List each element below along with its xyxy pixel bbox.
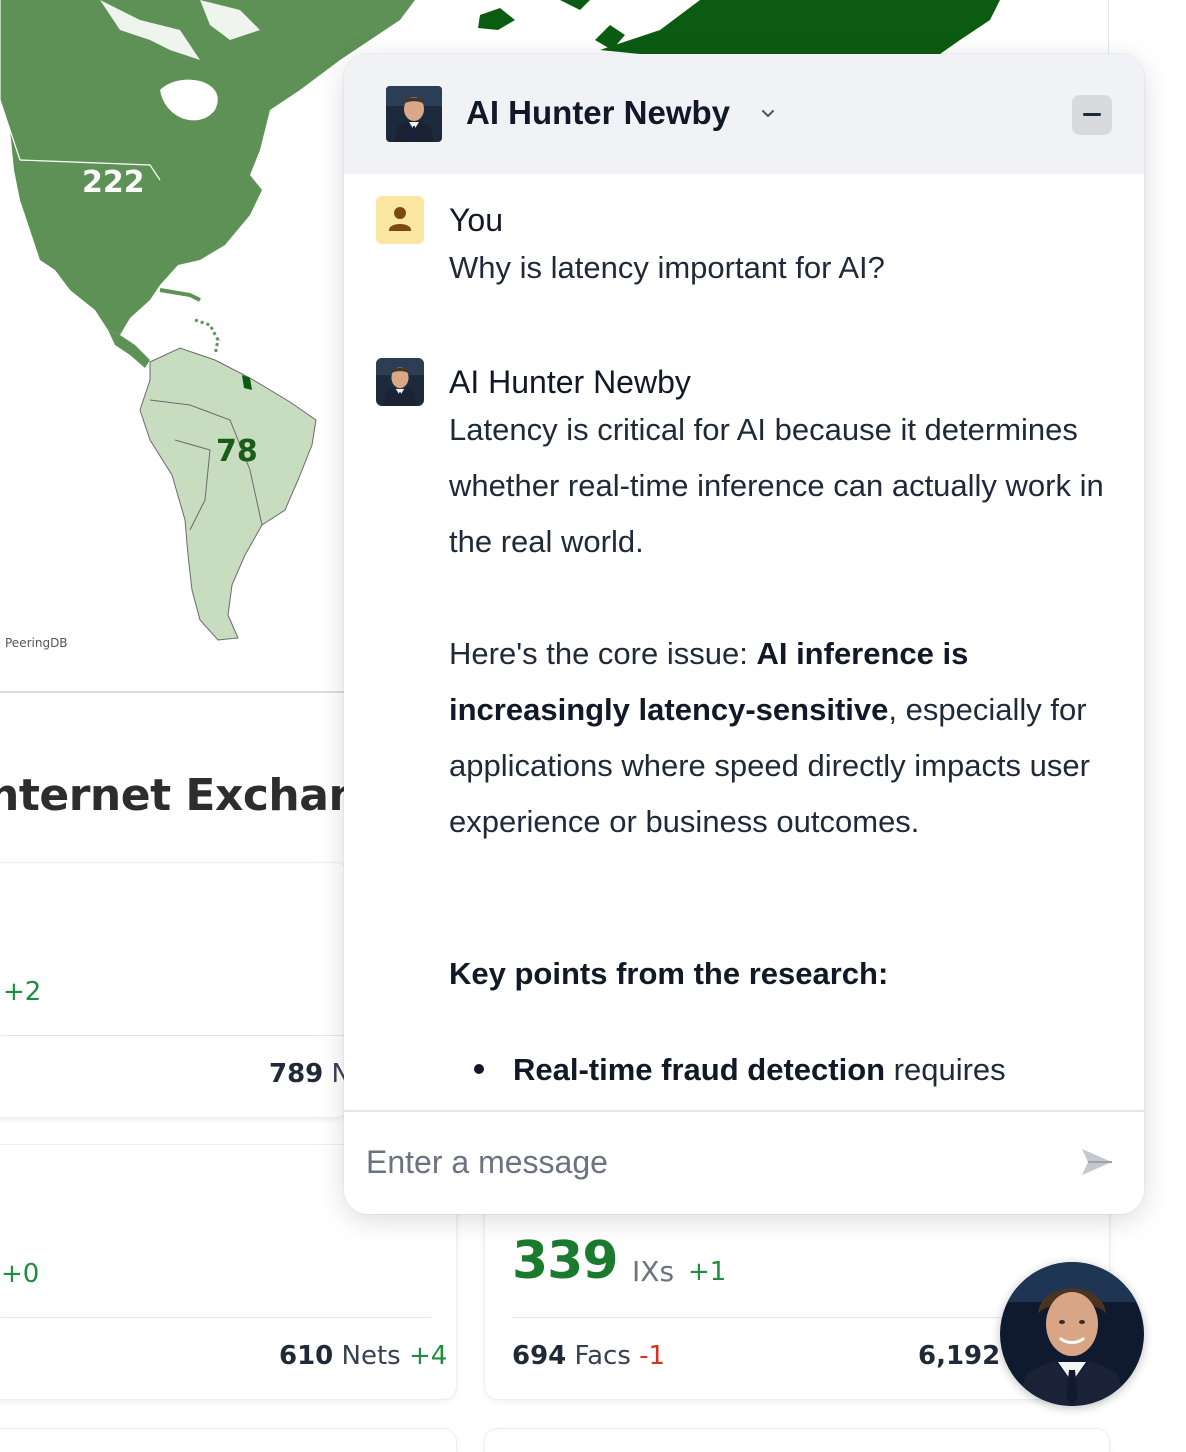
north-america-count: 222 [82, 165, 145, 200]
ix-count: 339 [512, 1231, 619, 1291]
card-divider [511, 1317, 1085, 1318]
eurasia-region [600, 0, 1000, 54]
message-text: Why is latency important for AI? [449, 250, 885, 285]
message-paragraph: Here's the core issue: AI inference is i… [449, 636, 1090, 839]
card-divider [1, 1035, 349, 1036]
nets-stat: 789 N [269, 1059, 350, 1089]
section-title: nternet Exchang [0, 770, 391, 821]
card-divider [1, 1317, 431, 1318]
message-sender: You [449, 202, 503, 238]
ix-delta: +0 [1, 1259, 40, 1289]
south-america-region [139, 347, 317, 641]
message-heading: Key points from the research: [449, 956, 889, 991]
ix-label: IXs [632, 1255, 675, 1288]
other-stat: 6,192 [918, 1341, 1001, 1371]
chat-widget: AI Hunter Newby You Why is latency impor… [344, 54, 1144, 1214]
chat-header: AI Hunter Newby [344, 54, 1144, 174]
chat-launcher-avatar[interactable] [1000, 1262, 1144, 1406]
map-credit[interactable]: PeeringDB [5, 636, 68, 650]
message-sender: AI Hunter Newby [449, 364, 691, 400]
divider [0, 691, 345, 693]
minimize-button[interactable] [1072, 95, 1112, 135]
chevron-down-icon[interactable] [758, 104, 778, 124]
message-paragraph: Latency is critical for AI because it de… [449, 412, 1104, 559]
chat-title: AI Hunter Newby [466, 94, 731, 131]
south-america-count: 78 [216, 434, 258, 469]
stats-card [0, 1428, 457, 1452]
stats-card [484, 1428, 1110, 1452]
ix-delta: +2 [3, 977, 42, 1007]
message-list[interactable]: You Why is latency important for AI? AI … [344, 174, 1144, 1110]
send-icon[interactable] [1078, 1143, 1116, 1181]
bot-avatar [376, 358, 424, 406]
user-avatar-icon [376, 196, 424, 244]
bullet-marker [474, 1064, 484, 1074]
chat-footer [344, 1110, 1144, 1214]
ix-delta: +1 [688, 1257, 727, 1287]
message-input[interactable] [366, 1134, 1056, 1190]
nets-stat: 610 Nets +4 [279, 1341, 448, 1371]
facs-stat: 694 Facs -1 [512, 1341, 666, 1371]
stats-card: +2 789 N [0, 862, 350, 1118]
bot-avatar [386, 86, 442, 142]
message-list-item: Real-time fraud detection requires [513, 1052, 1006, 1087]
